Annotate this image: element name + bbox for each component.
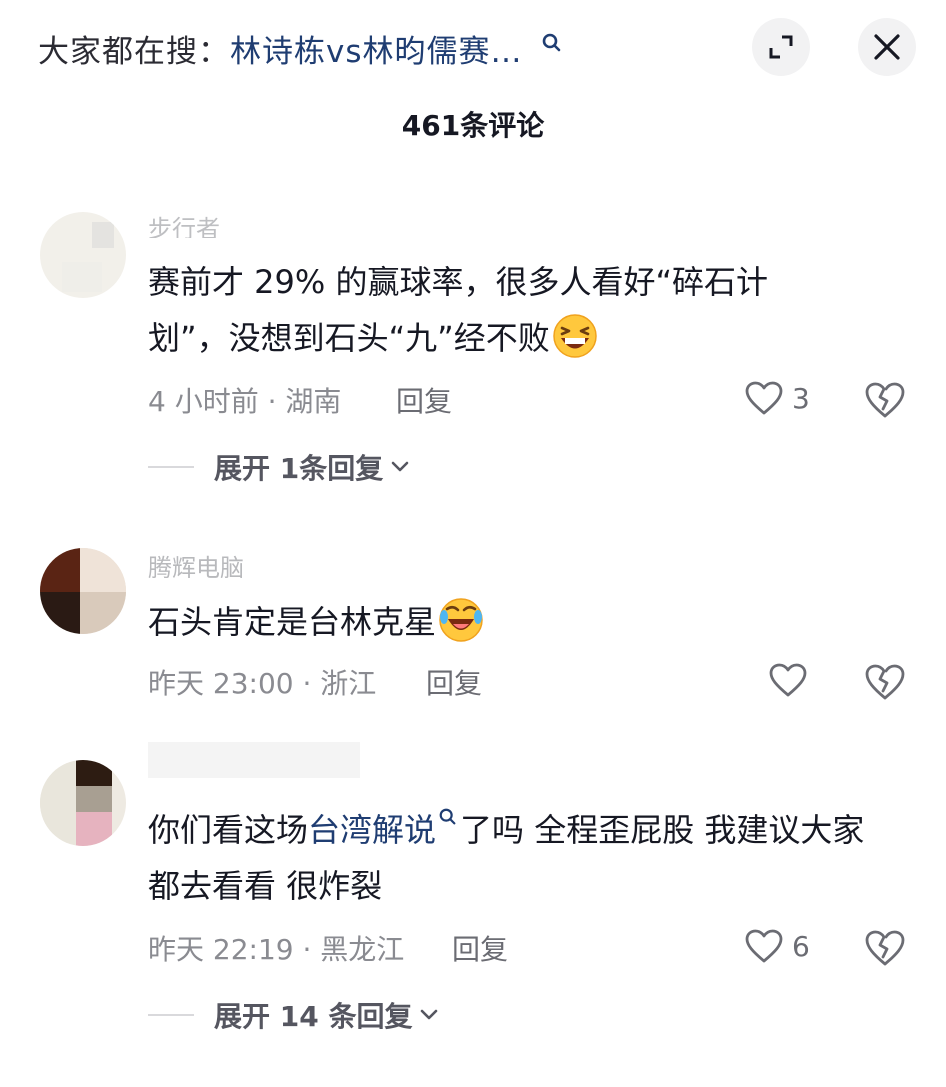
reply-button[interactable]: 回复	[452, 928, 508, 968]
trending-search-prefix: 大家都在搜：	[38, 33, 230, 70]
reply-button[interactable]: 回复	[396, 380, 452, 420]
comment-username[interactable]: 步行者	[148, 212, 220, 238]
comment-text: 石头肯定是台林克星	[148, 594, 868, 650]
laughing-emoji-icon	[553, 314, 597, 358]
chevron-down-icon	[391, 461, 409, 472]
comment-text: 赛前才 29% 的赢球率，很多人看好“碎石计划”，没想到石头“九”经不败	[148, 254, 848, 366]
close-button[interactable]	[858, 18, 916, 76]
expand-button[interactable]	[752, 18, 810, 76]
broken-heart-icon[interactable]	[864, 662, 906, 702]
comment-panel-header: 大家都在搜： 林诗栋vs林昀儒赛…	[0, 0, 946, 96]
close-icon	[874, 34, 900, 60]
avatar[interactable]	[40, 212, 126, 298]
comment-count-title: 461条评论	[401, 109, 545, 142]
reply-button[interactable]: 回复	[426, 662, 482, 702]
search-icon[interactable]	[438, 807, 458, 827]
broken-heart-icon[interactable]	[864, 928, 906, 968]
trending-search-link[interactable]: 林诗栋vs林昀儒赛…	[230, 26, 523, 71]
like-count: 3	[792, 381, 810, 415]
expand-replies-button[interactable]: 展开 1条回复	[148, 447, 409, 487]
username-redacted	[148, 742, 360, 778]
comment-text: 你们看这场台湾解说 了吗 全程歪屁股 我建议大家都去看看 很炸裂	[148, 802, 868, 914]
chevron-down-icon	[421, 1009, 438, 1020]
comment-time-location: 昨天 22:19 · 黑龙江	[148, 933, 405, 966]
divider-line	[148, 466, 194, 468]
expand-icon	[769, 35, 793, 59]
like-button[interactable]: 3	[744, 380, 810, 416]
comment-text-body: 赛前才 29% 的赢球率，很多人看好“碎石计划”，没想到石头“九”经不败	[148, 263, 769, 357]
comment-username[interactable]: 腾辉电脑	[148, 552, 244, 578]
comment-time-location: 昨天 23:00 · 浙江	[148, 667, 377, 700]
expand-replies-label: 展开 14 条回复	[214, 1000, 413, 1033]
search-icon[interactable]	[541, 32, 563, 54]
expand-replies-button[interactable]: 展开 14 条回复	[148, 995, 438, 1035]
avatar[interactable]	[40, 548, 126, 634]
heart-icon	[745, 381, 783, 415]
heart-icon	[769, 663, 807, 697]
avatar[interactable]	[40, 760, 126, 846]
comment-time-location: 4 小时前 · 湖南	[148, 385, 342, 418]
like-button[interactable]: 6	[744, 928, 810, 964]
heart-icon	[745, 929, 783, 963]
trending-search-row[interactable]: 大家都在搜： 林诗栋vs林昀儒赛…	[38, 26, 563, 70]
rofl-emoji-icon	[439, 598, 483, 642]
broken-heart-icon[interactable]	[864, 380, 906, 420]
like-button[interactable]	[768, 662, 808, 698]
comment-text-body: 石头肯定是台林克星	[148, 603, 437, 641]
like-count: 6	[792, 929, 810, 963]
divider-line	[148, 1014, 194, 1016]
inline-search-link[interactable]: 台湾解说	[308, 811, 436, 849]
expand-replies-label: 展开 1条回复	[214, 452, 384, 485]
comment-text-before: 你们看这场	[148, 811, 309, 849]
